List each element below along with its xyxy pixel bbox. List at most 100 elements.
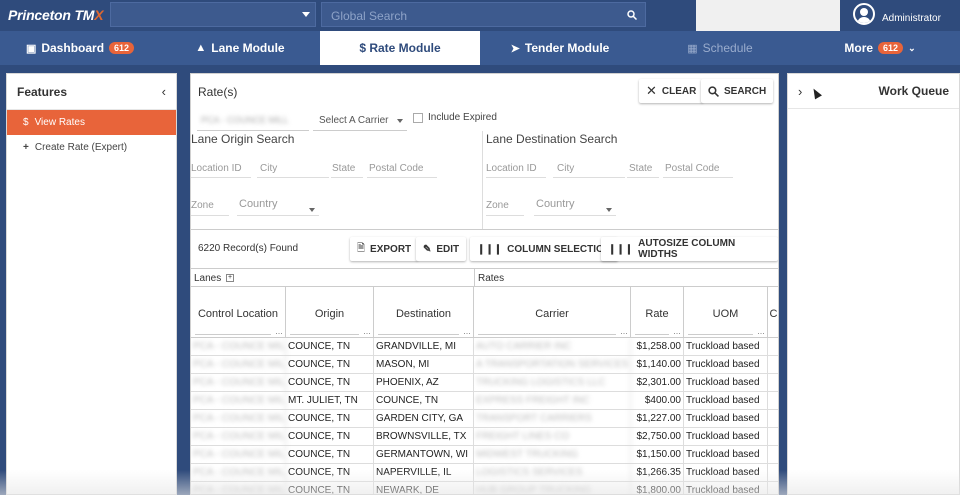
column-filter-input[interactable] — [688, 325, 753, 335]
autosize-label: AUTOSIZE COLUMN WIDTHS — [638, 238, 736, 260]
column-selection-button[interactable]: ❙❙❙ COLUMN SELECTION — [470, 237, 619, 261]
column-header-label: Rate — [645, 308, 669, 320]
nav-lane-module[interactable]: ▲ Lane Module — [160, 31, 320, 65]
carrier-select[interactable]: Select A Carrier — [313, 109, 407, 131]
feature-create-rate-label: Create Rate (Expert) — [34, 142, 128, 153]
origin-postal-field[interactable]: Postal Code — [369, 163, 423, 174]
dest-country-select[interactable]: Country — [536, 198, 616, 214]
table-row[interactable]: PCA - COUNCE MILL COUNCE, TN PHOENIX, AZ TR… — [191, 374, 778, 392]
search-icon[interactable] — [627, 10, 637, 20]
columns-icon: ❙❙❙ — [608, 243, 634, 255]
column-menu-icon[interactable]: … — [275, 327, 283, 336]
column-filter-input[interactable] — [195, 325, 271, 335]
user-name[interactable]: Administrator — [882, 13, 941, 24]
dest-location-id-underline — [486, 177, 546, 178]
cell-uom: Truckload based — [684, 410, 768, 428]
column-header-label: Control Location — [197, 308, 279, 320]
cell-origin: COUNCE, TN — [286, 446, 374, 464]
include-expired-label: Include Expired — [428, 112, 497, 123]
dest-state-underline — [627, 177, 659, 178]
column-menu-icon[interactable]: … — [620, 327, 628, 336]
include-expired-toggle[interactable]: Include Expired — [413, 112, 497, 123]
app-logo[interactable]: Princeton TMX — [8, 7, 104, 23]
column-header-origin[interactable]: Origin… — [286, 287, 374, 338]
column-header-extra[interactable]: C — [768, 287, 778, 338]
nav-dashboard[interactable]: ▣ Dashboard 612 — [0, 31, 160, 65]
table-row[interactable]: PCA - COUNCE MILL COUNCE, TN GARDEN CITY, … — [191, 410, 778, 428]
export-button[interactable]: 🗎 EXPORT — [350, 237, 419, 261]
column-menu-icon[interactable]: … — [463, 327, 471, 336]
nav-tender-module[interactable]: ➤ Tender Module — [480, 31, 640, 65]
feature-view-rates[interactable]: $ View Rates — [7, 110, 176, 135]
more-badge: 612 — [878, 42, 904, 54]
grid-group-row: Lanes + Rates — [191, 268, 778, 287]
column-filter-input[interactable] — [478, 325, 616, 335]
origin-location-id-field[interactable]: Location ID — [191, 163, 242, 174]
search-button[interactable]: SEARCH — [701, 79, 774, 103]
column-filter-input[interactable] — [635, 325, 669, 335]
column-menu-icon[interactable]: … — [363, 327, 371, 336]
cell-destination: BROWNSVILLE, TX — [374, 428, 474, 446]
column-filter-input[interactable] — [290, 325, 359, 335]
cell-uom: Truckload based — [684, 374, 768, 392]
origin-state-field[interactable]: State — [332, 163, 355, 174]
column-menu-icon[interactable]: … — [673, 327, 681, 336]
column-header-rate[interactable]: Rate … — [631, 287, 684, 338]
column-header-carrier[interactable]: Carrier… — [474, 287, 631, 338]
autosize-columns-button[interactable]: ❙❙❙ AUTOSIZE COLUMN WIDTHS — [601, 237, 778, 261]
dest-country-value: Country — [536, 198, 575, 210]
table-row[interactable]: PCA - COUNCE MILL COUNCE, TN NAPERVILLE, I… — [191, 464, 778, 482]
dest-state-field[interactable]: State — [629, 163, 652, 174]
grid-rows: PCA - COUNCE MILL COUNCE, TN GRANDVILLE, M… — [191, 338, 778, 494]
column-header-destination[interactable]: Destination… — [374, 287, 474, 338]
dest-location-id-field[interactable]: Location ID — [486, 163, 537, 174]
column-filter-input[interactable] — [378, 325, 459, 335]
column-header-control-location[interactable]: Control Location … — [191, 287, 286, 338]
column-menu-icon[interactable]: … — [757, 327, 765, 336]
chevron-down-icon — [309, 208, 315, 212]
dest-zone-field[interactable]: Zone — [486, 200, 509, 211]
dest-postal-field[interactable]: Postal Code — [665, 163, 719, 174]
table-row[interactable]: PCA - COUNCE MILL COUNCE, TN GERMANTOWN, W… — [191, 446, 778, 464]
feature-view-rates-label: View Rates — [34, 117, 85, 128]
origin-country-select[interactable]: Country — [239, 198, 319, 214]
company-filter-select[interactable]: PCA - COUNCE MILL — [197, 109, 309, 131]
group-lanes-label: Lanes — [194, 273, 222, 284]
dest-city-field[interactable]: City — [557, 163, 574, 174]
road-icon: ▲ — [195, 42, 207, 54]
nav-more[interactable]: More 612 ⌄ — [800, 31, 960, 65]
table-row[interactable]: PCA - COUNCE MILL COUNCE, TN MASON, MI A TR… — [191, 356, 778, 374]
expand-plus-icon[interactable]: + — [226, 274, 235, 283]
origin-city-field[interactable]: City — [260, 163, 277, 174]
search-label: SEARCH — [724, 85, 767, 97]
chevron-down-icon — [302, 12, 310, 17]
table-row[interactable]: PCA - COUNCE MILL COUNCE, TN BROWNSVILLE, … — [191, 428, 778, 446]
cell-control-location: PCA - COUNCE MILL — [191, 482, 286, 494]
rates-panel: Rate(s) ✕ CLEAR SEARCH PCA - COUNCE MILL… — [190, 73, 779, 495]
cell-carrier: TRANSPORT CARRIERS — [474, 410, 631, 428]
nav-rate-module[interactable]: $ Rate Module — [320, 31, 480, 65]
cell-carrier: LOGISTICS SERVICES — [474, 464, 631, 482]
feature-create-rate[interactable]: + Create Rate (Expert) — [7, 135, 176, 160]
column-header-uom[interactable]: UOM… — [684, 287, 768, 338]
expand-chevron-right-icon[interactable]: › — [798, 84, 802, 99]
global-search-input[interactable]: Global Search — [321, 2, 646, 27]
company-filter-value: PCA - COUNCE MILL — [201, 115, 289, 125]
collapse-chevron-left-icon[interactable]: ‹ — [162, 84, 166, 99]
user-avatar-icon[interactable] — [853, 3, 875, 25]
table-row[interactable]: PCA - COUNCE MILL COUNCE, TN NEWARK, DE HUB… — [191, 482, 778, 494]
close-icon: ✕ — [646, 83, 657, 98]
table-row[interactable]: PCA - COUNCE MILL MT. JULIET, TN COUNCE, T… — [191, 392, 778, 410]
clear-button[interactable]: ✕ CLEAR — [639, 79, 704, 103]
cell-uom: Truckload based — [684, 464, 768, 482]
group-lanes: Lanes + — [191, 269, 475, 287]
origin-country-underline — [237, 215, 319, 216]
cell-origin: COUNCE, TN — [286, 464, 374, 482]
edit-button[interactable]: ✎ EDIT — [416, 237, 467, 261]
company-select[interactable] — [110, 2, 316, 27]
table-row[interactable]: PCA - COUNCE MILL COUNCE, TN GRANDVILLE, M… — [191, 338, 778, 356]
include-expired-checkbox[interactable] — [413, 112, 423, 123]
nav-dashboard-label: Dashboard — [41, 41, 105, 55]
origin-zone-field[interactable]: Zone — [191, 200, 214, 211]
nav-schedule[interactable]: ▦ Schedule — [640, 31, 800, 65]
